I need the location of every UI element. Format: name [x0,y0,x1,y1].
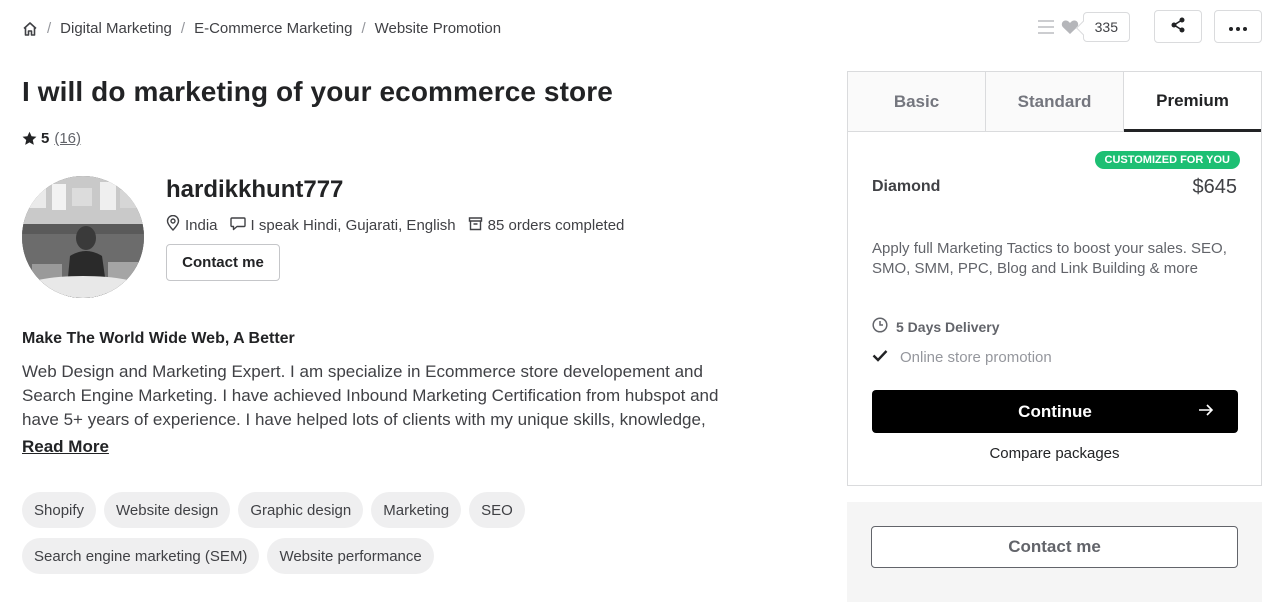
gig-title: I will do marketing of your ecommerce st… [22,76,613,107]
breadcrumb-website-promotion[interactable]: Website Promotion [375,20,501,37]
breadcrumb-ecommerce-marketing[interactable]: E-Commerce Marketing [194,20,352,37]
more-dots-icon [1229,19,1247,34]
tag-graphic-design[interactable]: Graphic design [238,492,364,528]
package-tabs: Basic Standard Premium [848,72,1261,132]
feature-text: Online store promotion [900,349,1052,366]
tag-sem[interactable]: Search engine marketing (SEM) [22,538,260,574]
seller-avatar[interactable] [22,176,144,298]
rating-score: 5 [41,130,50,147]
gig-actions: 335 [1037,10,1262,43]
share-icon [1170,17,1186,36]
contact-seller-box: Contact me [847,502,1262,602]
package-feature: Online store promotion [872,349,1052,366]
read-more-link[interactable]: Read More [22,437,109,457]
breadcrumb-separator: / [47,20,52,37]
continue-label: Continue [1018,401,1092,421]
tab-basic[interactable]: Basic [848,72,986,131]
contact-me-button[interactable]: Contact me [871,526,1238,568]
arrow-right-icon [1198,402,1214,423]
seller-country: India [185,216,218,234]
breadcrumb-separator: / [180,20,186,37]
clock-icon [872,317,896,336]
gig-tags: Shopify Website design Graphic design Ma… [22,492,562,574]
share-button[interactable] [1154,10,1202,43]
tag-website-performance[interactable]: Website performance [267,538,434,574]
delivery-text: 5 Days Delivery [896,318,1000,335]
package-name: Diamond [872,178,941,195]
seller-languages-text: I speak Hindi, Gujarati, English [250,216,456,234]
location-pin-icon [166,214,185,235]
tab-standard[interactable]: Standard [986,72,1124,131]
seller-name[interactable]: hardikkhunt777 [166,176,343,204]
breadcrumb: / Digital Marketing / E-Commerce Marketi… [22,20,501,37]
tag-seo[interactable]: SEO [469,492,525,528]
seller-orders-text: 85 orders completed [487,216,625,234]
delivery-time: 5 Days Delivery [872,317,1000,336]
breadcrumb-digital-marketing[interactable]: Digital Marketing [60,20,172,37]
star-icon [22,131,37,146]
package-panel: Basic Standard Premium CUSTOMIZED FOR YO… [847,71,1262,486]
tag-website-design[interactable]: Website design [104,492,231,528]
tag-shopify[interactable]: Shopify [22,492,97,528]
tab-premium[interactable]: Premium [1124,72,1261,132]
seller-languages: I speak Hindi, Gujarati, English [229,216,456,235]
orders-box-icon [468,216,488,235]
seller-orders: 85 orders completed [468,216,625,235]
contact-seller-button[interactable]: Contact me [166,244,280,281]
checkmark-icon [872,349,900,366]
more-options-button[interactable] [1214,10,1262,43]
seller-location: India [166,214,218,235]
home-icon[interactable] [22,21,38,37]
like-count: 335 [1082,11,1130,42]
speech-bubble-icon [229,216,251,235]
continue-button[interactable]: Continue [872,390,1238,433]
customized-badge: CUSTOMIZED FOR YOU [1094,151,1240,169]
collections-icon[interactable] [1037,19,1055,35]
breadcrumb-separator: / [361,20,366,37]
package-price: $645 [1192,176,1238,198]
seller-meta: India I speak Hindi, Gujarati, English 8… [166,214,636,235]
package-description: Apply full Marketing Tactics to boost yo… [872,240,1227,277]
tag-marketing[interactable]: Marketing [371,492,462,528]
review-count-link[interactable]: (16) [54,130,81,147]
gig-rating: 5 (16) [22,130,81,147]
about-heading: Make The World Wide Web, A Better [22,330,295,347]
about-text: Web Design and Marketing Expert. I am sp… [22,362,719,429]
compare-packages-link[interactable]: Compare packages [848,445,1261,462]
